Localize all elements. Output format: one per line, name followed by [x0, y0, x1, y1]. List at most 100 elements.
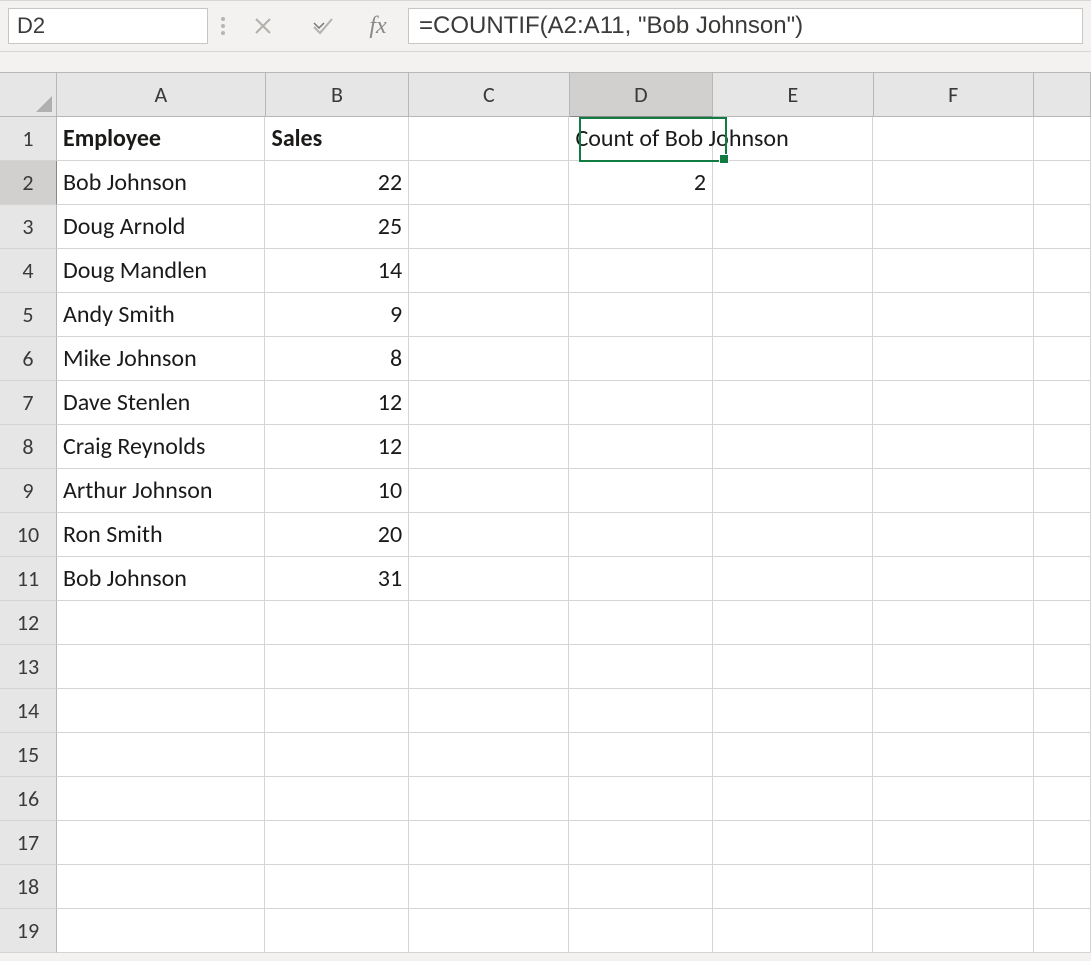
row-head-5[interactable]: 5: [0, 293, 57, 337]
row-head-7[interactable]: 7: [0, 381, 57, 425]
cell-E15[interactable]: [713, 733, 873, 777]
cell-D13[interactable]: [569, 645, 713, 689]
cell-F11[interactable]: [873, 557, 1033, 601]
row-head-12[interactable]: 12: [0, 601, 57, 645]
cell-E18[interactable]: [713, 865, 873, 909]
cell-edge-11[interactable]: [1034, 557, 1091, 601]
cell-edge-12[interactable]: [1034, 601, 1091, 645]
cell-C3[interactable]: [409, 205, 569, 249]
cell-edge-13[interactable]: [1034, 645, 1091, 689]
row-head-8[interactable]: 8: [0, 425, 57, 469]
row-head-11[interactable]: 11: [0, 557, 57, 601]
cell-A10[interactable]: Ron Smith: [57, 513, 265, 557]
cell-C4[interactable]: [409, 249, 569, 293]
cell-E11[interactable]: [713, 557, 873, 601]
cell-F1[interactable]: [873, 117, 1033, 161]
cell-D1[interactable]: Count of Bob Johnson: [569, 117, 713, 161]
cell-C6[interactable]: [409, 337, 569, 381]
cell-D12[interactable]: [569, 601, 713, 645]
cell-C10[interactable]: [409, 513, 569, 557]
cell-E17[interactable]: [713, 821, 873, 865]
cell-E19[interactable]: [713, 909, 873, 953]
cell-F7[interactable]: [873, 381, 1033, 425]
row-head-6[interactable]: 6: [0, 337, 57, 381]
cell-C2[interactable]: [409, 161, 569, 205]
cell-D11[interactable]: [569, 557, 713, 601]
cell-F6[interactable]: [873, 337, 1033, 381]
cell-E7[interactable]: [713, 381, 873, 425]
cell-edge-2[interactable]: [1034, 161, 1091, 205]
cell-D14[interactable]: [569, 689, 713, 733]
row-head-2[interactable]: 2: [0, 161, 57, 205]
cell-D18[interactable]: [569, 865, 713, 909]
cell-A17[interactable]: [57, 821, 265, 865]
cell-edge-6[interactable]: [1034, 337, 1091, 381]
row-head-3[interactable]: 3: [0, 205, 57, 249]
cell-E3[interactable]: [713, 205, 873, 249]
cell-C7[interactable]: [409, 381, 569, 425]
cell-C17[interactable]: [409, 821, 569, 865]
cell-B7[interactable]: 12: [265, 381, 409, 425]
cell-F17[interactable]: [873, 821, 1033, 865]
cell-B11[interactable]: 31: [265, 557, 409, 601]
cell-edge-10[interactable]: [1034, 513, 1091, 557]
cell-D15[interactable]: [569, 733, 713, 777]
cell-C11[interactable]: [409, 557, 569, 601]
col-head-C[interactable]: C: [409, 73, 569, 117]
cell-F12[interactable]: [873, 601, 1033, 645]
cell-D3[interactable]: [569, 205, 713, 249]
cell-edge-4[interactable]: [1034, 249, 1091, 293]
cell-C18[interactable]: [409, 865, 569, 909]
cell-C14[interactable]: [409, 689, 569, 733]
cell-edge-15[interactable]: [1034, 733, 1091, 777]
row-head-10[interactable]: 10: [0, 513, 57, 557]
cell-F15[interactable]: [873, 733, 1033, 777]
cell-E4[interactable]: [713, 249, 873, 293]
cell-D2[interactable]: 2: [569, 161, 713, 205]
select-all-corner[interactable]: [0, 73, 57, 117]
cell-edge-16[interactable]: [1034, 777, 1091, 821]
cell-A8[interactable]: Craig Reynolds: [57, 425, 265, 469]
cell-A6[interactable]: Mike Johnson: [57, 337, 265, 381]
cell-B16[interactable]: [265, 777, 409, 821]
cell-D10[interactable]: [569, 513, 713, 557]
cell-edge-8[interactable]: [1034, 425, 1091, 469]
cell-B3[interactable]: 25: [265, 205, 409, 249]
cell-E13[interactable]: [713, 645, 873, 689]
cell-A11[interactable]: Bob Johnson: [57, 557, 265, 601]
cell-D5[interactable]: [569, 293, 713, 337]
cell-E2[interactable]: [713, 161, 873, 205]
cell-D19[interactable]: [569, 909, 713, 953]
cell-B6[interactable]: 8: [265, 337, 409, 381]
cell-edge-1[interactable]: [1034, 117, 1091, 161]
cell-A13[interactable]: [57, 645, 265, 689]
name-box-container[interactable]: [8, 8, 208, 44]
cell-B9[interactable]: 10: [265, 469, 409, 513]
col-head-F[interactable]: F: [874, 73, 1034, 117]
cell-A16[interactable]: [57, 777, 265, 821]
cell-E10[interactable]: [713, 513, 873, 557]
cell-E12[interactable]: [713, 601, 873, 645]
spreadsheet-grid[interactable]: A B C D E F 1 Employee Sales Count of Bo…: [0, 72, 1091, 953]
cell-D4[interactable]: [569, 249, 713, 293]
cell-C15[interactable]: [409, 733, 569, 777]
cell-B12[interactable]: [265, 601, 409, 645]
cell-A15[interactable]: [57, 733, 265, 777]
cell-B17[interactable]: [265, 821, 409, 865]
cell-E1[interactable]: [713, 117, 873, 161]
cell-E5[interactable]: [713, 293, 873, 337]
cell-B5[interactable]: 9: [265, 293, 409, 337]
cell-C8[interactable]: [409, 425, 569, 469]
cell-F4[interactable]: [873, 249, 1033, 293]
col-head-D[interactable]: D: [570, 73, 714, 117]
cell-A3[interactable]: Doug Arnold: [57, 205, 265, 249]
cell-B15[interactable]: [265, 733, 409, 777]
cell-F14[interactable]: [873, 689, 1033, 733]
cell-E9[interactable]: [713, 469, 873, 513]
cell-B8[interactable]: 12: [265, 425, 409, 469]
cell-edge-18[interactable]: [1034, 865, 1091, 909]
row-head-18[interactable]: 18: [0, 865, 57, 909]
cell-A1[interactable]: Employee: [57, 117, 265, 161]
cancel-button[interactable]: [238, 8, 288, 44]
cell-F10[interactable]: [873, 513, 1033, 557]
